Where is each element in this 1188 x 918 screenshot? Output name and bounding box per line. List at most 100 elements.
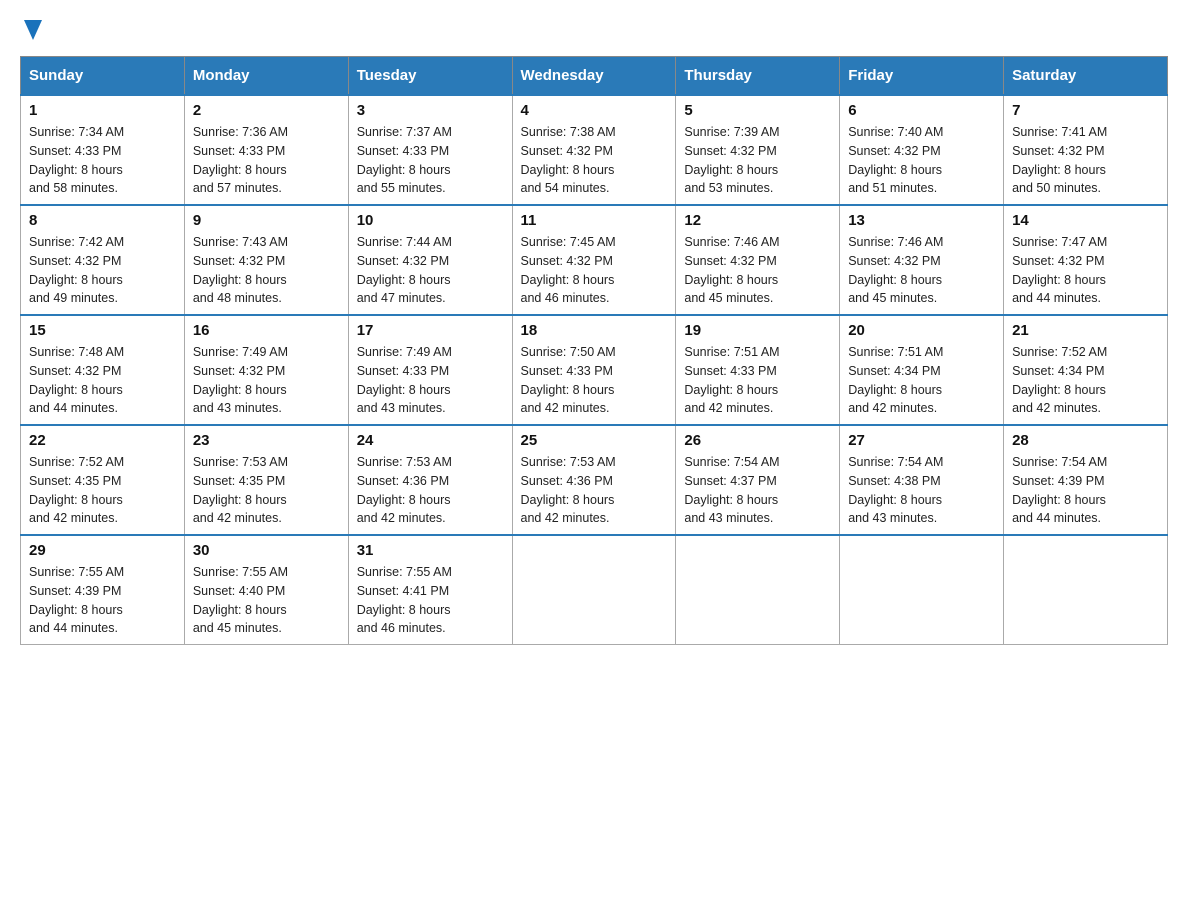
calendar-cell: 24 Sunrise: 7:53 AM Sunset: 4:36 PM Dayl… <box>348 425 512 535</box>
day-info: Sunrise: 7:45 AM Sunset: 4:32 PM Dayligh… <box>521 233 668 308</box>
day-number: 14 <box>1012 212 1159 229</box>
day-number: 10 <box>357 212 504 229</box>
day-info: Sunrise: 7:55 AM Sunset: 4:40 PM Dayligh… <box>193 563 340 638</box>
day-number: 27 <box>848 432 995 449</box>
calendar-cell: 6 Sunrise: 7:40 AM Sunset: 4:32 PM Dayli… <box>840 95 1004 205</box>
calendar-cell: 8 Sunrise: 7:42 AM Sunset: 4:32 PM Dayli… <box>21 205 185 315</box>
calendar-cell: 21 Sunrise: 7:52 AM Sunset: 4:34 PM Dayl… <box>1004 315 1168 425</box>
calendar-cell <box>1004 535 1168 645</box>
day-info: Sunrise: 7:46 AM Sunset: 4:32 PM Dayligh… <box>684 233 831 308</box>
day-info: Sunrise: 7:54 AM Sunset: 4:38 PM Dayligh… <box>848 453 995 528</box>
day-header-thursday: Thursday <box>676 57 840 96</box>
day-info: Sunrise: 7:51 AM Sunset: 4:33 PM Dayligh… <box>684 343 831 418</box>
day-number: 17 <box>357 322 504 339</box>
day-number: 16 <box>193 322 340 339</box>
day-info: Sunrise: 7:53 AM Sunset: 4:35 PM Dayligh… <box>193 453 340 528</box>
day-info: Sunrise: 7:34 AM Sunset: 4:33 PM Dayligh… <box>29 123 176 198</box>
day-number: 23 <box>193 432 340 449</box>
calendar-cell: 13 Sunrise: 7:46 AM Sunset: 4:32 PM Dayl… <box>840 205 1004 315</box>
day-number: 9 <box>193 212 340 229</box>
day-number: 25 <box>521 432 668 449</box>
day-number: 8 <box>29 212 176 229</box>
calendar-cell <box>840 535 1004 645</box>
week-row-3: 15 Sunrise: 7:48 AM Sunset: 4:32 PM Dayl… <box>21 315 1168 425</box>
calendar-cell: 7 Sunrise: 7:41 AM Sunset: 4:32 PM Dayli… <box>1004 95 1168 205</box>
day-number: 26 <box>684 432 831 449</box>
day-number: 19 <box>684 322 831 339</box>
day-info: Sunrise: 7:55 AM Sunset: 4:41 PM Dayligh… <box>357 563 504 638</box>
calendar-cell: 18 Sunrise: 7:50 AM Sunset: 4:33 PM Dayl… <box>512 315 676 425</box>
week-row-2: 8 Sunrise: 7:42 AM Sunset: 4:32 PM Dayli… <box>21 205 1168 315</box>
calendar-cell: 9 Sunrise: 7:43 AM Sunset: 4:32 PM Dayli… <box>184 205 348 315</box>
day-info: Sunrise: 7:53 AM Sunset: 4:36 PM Dayligh… <box>521 453 668 528</box>
calendar-cell: 30 Sunrise: 7:55 AM Sunset: 4:40 PM Dayl… <box>184 535 348 645</box>
calendar-cell: 12 Sunrise: 7:46 AM Sunset: 4:32 PM Dayl… <box>676 205 840 315</box>
day-info: Sunrise: 7:43 AM Sunset: 4:32 PM Dayligh… <box>193 233 340 308</box>
week-row-1: 1 Sunrise: 7:34 AM Sunset: 4:33 PM Dayli… <box>21 95 1168 205</box>
calendar-cell: 11 Sunrise: 7:45 AM Sunset: 4:32 PM Dayl… <box>512 205 676 315</box>
calendar-table: SundayMondayTuesdayWednesdayThursdayFrid… <box>20 56 1168 645</box>
day-number: 5 <box>684 102 831 119</box>
day-number: 21 <box>1012 322 1159 339</box>
day-number: 24 <box>357 432 504 449</box>
calendar-cell: 1 Sunrise: 7:34 AM Sunset: 4:33 PM Dayli… <box>21 95 185 205</box>
day-info: Sunrise: 7:42 AM Sunset: 4:32 PM Dayligh… <box>29 233 176 308</box>
day-number: 30 <box>193 542 340 559</box>
day-number: 3 <box>357 102 504 119</box>
day-info: Sunrise: 7:52 AM Sunset: 4:35 PM Dayligh… <box>29 453 176 528</box>
day-info: Sunrise: 7:46 AM Sunset: 4:32 PM Dayligh… <box>848 233 995 308</box>
day-info: Sunrise: 7:38 AM Sunset: 4:32 PM Dayligh… <box>521 123 668 198</box>
calendar-cell: 10 Sunrise: 7:44 AM Sunset: 4:32 PM Dayl… <box>348 205 512 315</box>
day-number: 6 <box>848 102 995 119</box>
calendar-cell: 20 Sunrise: 7:51 AM Sunset: 4:34 PM Dayl… <box>840 315 1004 425</box>
calendar-cell: 22 Sunrise: 7:52 AM Sunset: 4:35 PM Dayl… <box>21 425 185 535</box>
day-info: Sunrise: 7:49 AM Sunset: 4:32 PM Dayligh… <box>193 343 340 418</box>
day-header-saturday: Saturday <box>1004 57 1168 96</box>
calendar-cell: 31 Sunrise: 7:55 AM Sunset: 4:41 PM Dayl… <box>348 535 512 645</box>
calendar-cell: 19 Sunrise: 7:51 AM Sunset: 4:33 PM Dayl… <box>676 315 840 425</box>
day-info: Sunrise: 7:37 AM Sunset: 4:33 PM Dayligh… <box>357 123 504 198</box>
calendar-cell: 26 Sunrise: 7:54 AM Sunset: 4:37 PM Dayl… <box>676 425 840 535</box>
day-info: Sunrise: 7:48 AM Sunset: 4:32 PM Dayligh… <box>29 343 176 418</box>
logo-blue <box>20 20 42 40</box>
day-info: Sunrise: 7:49 AM Sunset: 4:33 PM Dayligh… <box>357 343 504 418</box>
calendar-cell: 28 Sunrise: 7:54 AM Sunset: 4:39 PM Dayl… <box>1004 425 1168 535</box>
day-number: 11 <box>521 212 668 229</box>
week-row-5: 29 Sunrise: 7:55 AM Sunset: 4:39 PM Dayl… <box>21 535 1168 645</box>
logo <box>20 20 42 40</box>
day-number: 13 <box>848 212 995 229</box>
calendar-cell: 29 Sunrise: 7:55 AM Sunset: 4:39 PM Dayl… <box>21 535 185 645</box>
day-number: 1 <box>29 102 176 119</box>
day-number: 22 <box>29 432 176 449</box>
day-info: Sunrise: 7:36 AM Sunset: 4:33 PM Dayligh… <box>193 123 340 198</box>
calendar-cell: 15 Sunrise: 7:48 AM Sunset: 4:32 PM Dayl… <box>21 315 185 425</box>
day-info: Sunrise: 7:50 AM Sunset: 4:33 PM Dayligh… <box>521 343 668 418</box>
day-header-wednesday: Wednesday <box>512 57 676 96</box>
day-info: Sunrise: 7:54 AM Sunset: 4:39 PM Dayligh… <box>1012 453 1159 528</box>
calendar-cell: 27 Sunrise: 7:54 AM Sunset: 4:38 PM Dayl… <box>840 425 1004 535</box>
day-info: Sunrise: 7:53 AM Sunset: 4:36 PM Dayligh… <box>357 453 504 528</box>
calendar-cell: 5 Sunrise: 7:39 AM Sunset: 4:32 PM Dayli… <box>676 95 840 205</box>
day-number: 7 <box>1012 102 1159 119</box>
calendar-cell: 17 Sunrise: 7:49 AM Sunset: 4:33 PM Dayl… <box>348 315 512 425</box>
day-number: 15 <box>29 322 176 339</box>
day-info: Sunrise: 7:47 AM Sunset: 4:32 PM Dayligh… <box>1012 233 1159 308</box>
day-header-tuesday: Tuesday <box>348 57 512 96</box>
page-header <box>20 20 1168 40</box>
calendar-header-row: SundayMondayTuesdayWednesdayThursdayFrid… <box>21 57 1168 96</box>
day-info: Sunrise: 7:44 AM Sunset: 4:32 PM Dayligh… <box>357 233 504 308</box>
day-number: 12 <box>684 212 831 229</box>
day-number: 18 <box>521 322 668 339</box>
day-number: 28 <box>1012 432 1159 449</box>
calendar-cell: 23 Sunrise: 7:53 AM Sunset: 4:35 PM Dayl… <box>184 425 348 535</box>
day-number: 2 <box>193 102 340 119</box>
calendar-cell: 2 Sunrise: 7:36 AM Sunset: 4:33 PM Dayli… <box>184 95 348 205</box>
day-info: Sunrise: 7:40 AM Sunset: 4:32 PM Dayligh… <box>848 123 995 198</box>
day-info: Sunrise: 7:41 AM Sunset: 4:32 PM Dayligh… <box>1012 123 1159 198</box>
calendar-cell <box>512 535 676 645</box>
day-number: 31 <box>357 542 504 559</box>
day-number: 29 <box>29 542 176 559</box>
day-header-monday: Monday <box>184 57 348 96</box>
day-header-friday: Friday <box>840 57 1004 96</box>
day-number: 4 <box>521 102 668 119</box>
